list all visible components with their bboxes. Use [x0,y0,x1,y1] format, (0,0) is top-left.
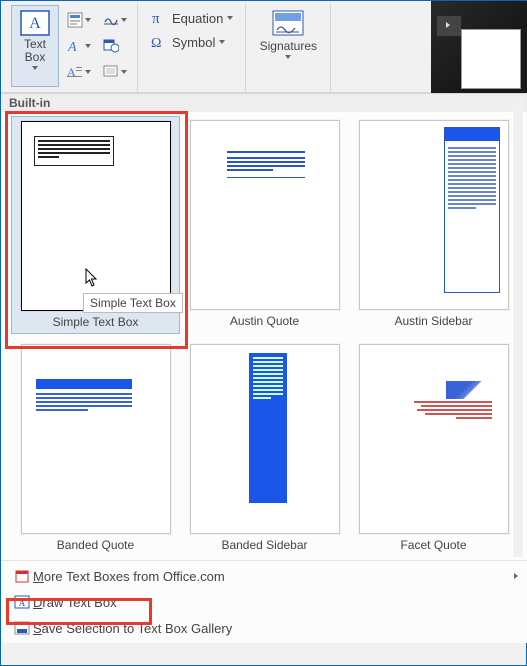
svg-text:A: A [29,15,41,32]
chevron-down-icon [32,66,38,70]
equation-button[interactable]: π Equation [144,7,239,29]
textbox-icon: A [20,10,50,36]
gallery-item-label: Banded Sidebar [221,538,307,552]
date-time-icon [103,38,119,54]
collapse-tab[interactable] [437,16,461,36]
textbox-button[interactable]: A Text Box [11,5,59,87]
chevron-down-icon [85,70,91,74]
signature-small-icon [103,12,119,28]
wordart-button[interactable]: A [63,35,95,57]
object-icon [103,64,119,80]
chevron-down-icon [227,16,233,20]
gallery-item-label: Simple Text Box [53,315,139,329]
draw-textbox-label: Draw Text Box [33,595,117,610]
document-backdrop [431,1,527,93]
more-textboxes-label: MMore Text Boxes from Office.comore Text… [33,569,225,584]
gallery-footer: MMore Text Boxes from Office.comore Text… [1,560,527,643]
page-peek [461,29,521,89]
quick-parts-icon [67,12,83,28]
gallery-item-label: Austin Sidebar [394,314,472,328]
textbox-gallery-panel: Built-in Simple Text Box [1,93,527,643]
ribbon-group-signatures: Signatures [246,3,331,92]
chevron-down-icon [85,18,91,22]
save-selection-item[interactable]: Save Selection to Text Box Gallery [1,615,527,641]
gallery-item-austin-sidebar[interactable]: Austin Sidebar [349,116,518,334]
office-icon [14,568,30,584]
svg-text:π: π [152,11,160,27]
signature-icon [271,10,305,38]
signature-line-small[interactable] [99,9,131,31]
gallery-item-banded-sidebar[interactable]: Banded Sidebar [180,340,349,556]
tooltip: Simple Text Box [83,293,183,313]
draw-textbox-item[interactable]: A Draw Text Box [1,589,527,615]
chevron-down-icon [285,55,291,59]
gallery-item-label: Banded Quote [57,538,134,552]
save-gallery-icon [14,621,30,635]
draw-textbox-icon: A [14,595,30,609]
text-tools-stack-2 [99,5,131,83]
svg-text:A: A [19,598,26,608]
object-button[interactable] [99,61,131,83]
symbol-button[interactable]: Ω Symbol [144,31,231,53]
gallery-item-label: Facet Quote [400,538,466,552]
dropcap-icon: A [67,64,83,80]
ribbon-group-symbols: π Equation Ω Symbol [138,3,246,92]
chevron-down-icon [121,18,127,22]
gallery-header: Built-in [1,94,527,112]
chevron-right-icon [446,22,450,28]
text-tools-stack: A A [63,5,95,83]
more-textboxes-item[interactable]: MMore Text Boxes from Office.comore Text… [1,563,527,589]
ribbon-group-text: A Text Box A A [5,3,138,92]
omega-icon: Ω [150,33,168,51]
wordart-icon: A [67,38,83,54]
save-selection-label: Save Selection to Text Box Gallery [33,621,232,636]
symbol-label: Symbol [172,35,215,50]
chevron-right-icon [514,573,518,579]
gallery-scrollbar[interactable] [513,97,523,557]
gallery-grid: Simple Text Box Austin Quote [1,112,527,560]
dropcap-button[interactable]: A [63,61,95,83]
svg-text:Ω: Ω [151,36,161,51]
signatures-label: Signatures [260,40,317,53]
gallery-item-facet-quote[interactable]: Facet Quote [349,340,518,556]
chevron-down-icon [85,44,91,48]
chevron-down-icon [121,70,127,74]
date-time-button[interactable] [99,35,131,57]
svg-text:A: A [67,40,77,54]
pi-icon: π [150,9,168,27]
gallery-item-austin-quote[interactable]: Austin Quote [180,116,349,334]
quick-parts-button[interactable] [63,9,95,31]
signatures-button[interactable]: Signatures [252,5,324,87]
textbox-label: Text Box [24,38,46,64]
gallery-item-banded-quote[interactable]: Banded Quote [11,340,180,556]
gallery-item-label: Austin Quote [230,314,299,328]
equation-label: Equation [172,11,223,26]
chevron-down-icon [219,40,225,44]
